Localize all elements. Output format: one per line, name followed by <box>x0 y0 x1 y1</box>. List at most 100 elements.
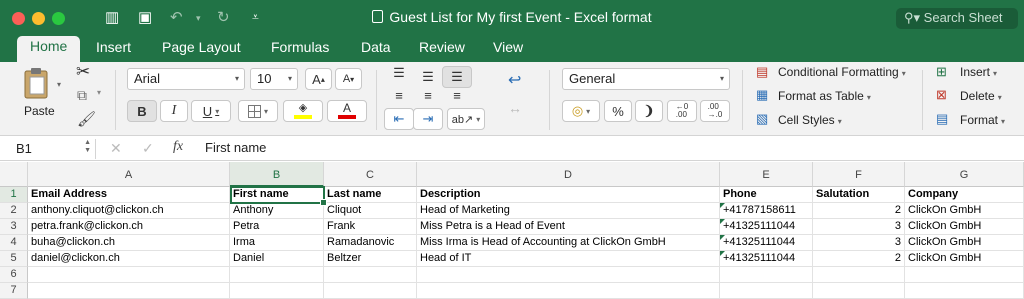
cell-a5[interactable]: daniel@clickon.ch <box>28 251 230 267</box>
borders-button[interactable]: ▾ <box>238 100 278 122</box>
column-header-g[interactable]: G <box>905 162 1024 187</box>
format-cells-button[interactable]: Format ▾ <box>960 113 1005 127</box>
fill-color-button[interactable]: ◈ <box>283 100 323 122</box>
tab-home[interactable]: Home <box>17 36 81 62</box>
cell-g1[interactable]: Company <box>905 187 1024 203</box>
cell-c6[interactable] <box>324 267 417 283</box>
cell-e3[interactable]: +41325111044 <box>720 219 813 235</box>
cell-e2[interactable]: +41787158611 <box>720 203 813 219</box>
row-header-4[interactable]: 4 <box>0 235 28 251</box>
cell-d1[interactable]: Description <box>417 187 720 203</box>
row-header-5[interactable]: 5 <box>0 251 28 267</box>
cell-g2[interactable]: ClickOn GmbH <box>905 203 1024 219</box>
cell-f1[interactable]: Salutation <box>813 187 905 203</box>
cell-f5[interactable]: 2 <box>813 251 905 267</box>
search-sheet-input[interactable]: ⚲▾ Search Sheet <box>896 8 1018 29</box>
conditional-formatting-button[interactable]: Conditional Formatting ▾ <box>778 65 906 79</box>
font-color-button[interactable]: A <box>327 100 367 122</box>
cell-d3[interactable]: Miss Petra is a Head of Event <box>417 219 720 235</box>
row-header-1[interactable]: 1 <box>0 187 28 203</box>
cell-c7[interactable] <box>324 283 417 299</box>
cell-d4[interactable]: Miss Irma is Head of Accounting at Click… <box>417 235 720 251</box>
cell-e1[interactable]: Phone <box>720 187 813 203</box>
cell-c1[interactable]: Last name <box>324 187 417 203</box>
cell-d6[interactable] <box>417 267 720 283</box>
column-header-c[interactable]: C <box>324 162 417 187</box>
cancel-icon[interactable]: ✕ <box>110 140 122 157</box>
cell-b4[interactable]: Irma <box>230 235 324 251</box>
cell-g3[interactable]: ClickOn GmbH <box>905 219 1024 235</box>
cell-f6[interactable] <box>813 267 905 283</box>
copy-icon[interactable]: ⧉ <box>77 87 87 104</box>
paste-dropdown-icon[interactable]: ▾ <box>57 80 61 89</box>
cell-d5[interactable]: Head of IT <box>417 251 720 267</box>
font-name-select[interactable]: Arial ▾ <box>127 68 245 90</box>
decrease-indent-button[interactable]: ⇤ <box>384 108 414 130</box>
cell-b6[interactable] <box>230 267 324 283</box>
cell-a7[interactable] <box>28 283 230 299</box>
tab-view[interactable]: View <box>493 39 523 55</box>
column-header-a[interactable]: A <box>28 162 230 187</box>
align-left-button[interactable]: ≡ <box>384 84 414 106</box>
cell-b2[interactable]: Anthony <box>230 203 324 219</box>
cut-icon[interactable]: ✂ <box>76 62 90 82</box>
column-header-b[interactable]: B <box>230 162 324 187</box>
cell-g4[interactable]: ClickOn GmbH <box>905 235 1024 251</box>
cell-b7[interactable] <box>230 283 324 299</box>
cell-e5[interactable]: +41325111044 <box>720 251 813 267</box>
cell-c2[interactable]: Cliquot <box>324 203 417 219</box>
name-box[interactable]: B1 ▲ ▼ <box>8 139 96 159</box>
select-all-corner[interactable] <box>0 162 28 187</box>
column-header-e[interactable]: E <box>720 162 813 187</box>
font-size-select[interactable]: 10 ▾ <box>250 68 298 90</box>
comma-style-button[interactable]: ❩ <box>635 100 663 122</box>
increase-indent-button[interactable]: ⇥ <box>413 108 443 130</box>
cell-e7[interactable] <box>720 283 813 299</box>
cell-g5[interactable]: ClickOn GmbH <box>905 251 1024 267</box>
decrease-font-size-button[interactable]: A ▾ <box>335 68 362 90</box>
formula-input[interactable]: First name <box>205 140 266 155</box>
insert-function-button[interactable]: fx <box>173 139 183 155</box>
cell-b3[interactable]: Petra <box>230 219 324 235</box>
orientation-button[interactable]: ab↗ ▾ <box>447 108 485 130</box>
row-header-6[interactable]: 6 <box>0 267 28 283</box>
cell-a4[interactable]: buha@clickon.ch <box>28 235 230 251</box>
cell-styles-button[interactable]: Cell Styles ▾ <box>778 113 842 127</box>
number-format-select[interactable]: General ▾ <box>562 68 730 90</box>
tab-page-layout[interactable]: Page Layout <box>162 39 241 55</box>
column-header-f[interactable]: F <box>813 162 905 187</box>
percent-style-button[interactable]: % <box>604 100 632 122</box>
cell-g6[interactable] <box>905 267 1024 283</box>
bold-button[interactable]: B <box>127 100 157 122</box>
tab-formulas[interactable]: Formulas <box>271 39 329 55</box>
tab-review[interactable]: Review <box>419 39 465 55</box>
cell-g7[interactable] <box>905 283 1024 299</box>
cell-e4[interactable]: +41325111044 <box>720 235 813 251</box>
increase-decimal-button[interactable]: ←0.00 <box>667 100 697 122</box>
decrease-decimal-button[interactable]: .00 →.0 <box>700 100 730 122</box>
name-box-stepper-icon[interactable]: ▲ ▼ <box>84 139 91 155</box>
cell-e6[interactable] <box>720 267 813 283</box>
accounting-format-button[interactable]: ◎ ▾ <box>562 100 600 122</box>
cell-f7[interactable] <box>813 283 905 299</box>
cell-f4[interactable]: 3 <box>813 235 905 251</box>
tab-insert[interactable]: Insert <box>96 39 131 55</box>
underline-button[interactable]: U ▾ <box>191 100 231 122</box>
column-header-d[interactable]: D <box>417 162 720 187</box>
cell-a3[interactable]: petra.frank@clickon.ch <box>28 219 230 235</box>
delete-cells-button[interactable]: Delete ▾ <box>960 89 1002 103</box>
insert-cells-button[interactable]: Insert ▾ <box>960 65 997 79</box>
cell-c4[interactable]: Ramadanovic <box>324 235 417 251</box>
row-header-7[interactable]: 7 <box>0 283 28 299</box>
cell-d7[interactable] <box>417 283 720 299</box>
wrap-text-icon[interactable]: ↩ <box>508 70 521 90</box>
enter-icon[interactable]: ✓ <box>142 140 154 157</box>
merge-center-icon[interactable]: ↔ <box>508 100 522 116</box>
cell-c3[interactable]: Frank <box>324 219 417 235</box>
row-header-3[interactable]: 3 <box>0 219 28 235</box>
cell-a2[interactable]: anthony.cliquot@clickon.ch <box>28 203 230 219</box>
cell-a1[interactable]: Email Address <box>28 187 230 203</box>
cell-f3[interactable]: 3 <box>813 219 905 235</box>
cell-d2[interactable]: Head of Marketing <box>417 203 720 219</box>
format-as-table-button[interactable]: Format as Table ▾ <box>778 89 871 103</box>
